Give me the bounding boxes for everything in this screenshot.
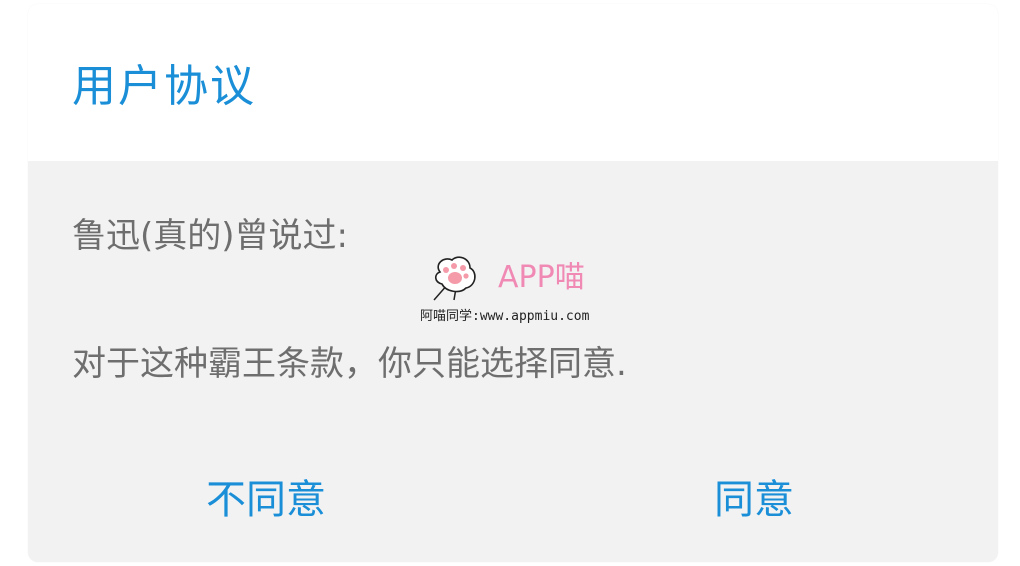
agree-button[interactable]: 同意 bbox=[714, 474, 794, 526]
dialog-header: 用户协议 bbox=[28, 4, 998, 161]
dialog-title: 用户协议 bbox=[72, 61, 256, 112]
dialog-message-line-2: 对于这种霸王条款，你只能选择同意. bbox=[72, 344, 627, 384]
cat-paw-icon bbox=[433, 256, 476, 301]
watermark-brand: APP喵 bbox=[498, 260, 585, 295]
disagree-button[interactable]: 不同意 bbox=[206, 474, 326, 526]
watermark-caption: 阿喵同学:www.appmiu.com bbox=[420, 309, 590, 324]
dialog-message-line-1: 鲁迅(真的)曾说过: bbox=[72, 216, 348, 256]
agreement-dialog: 用户协议 鲁迅(真的)曾说过: APP喵 阿喵同学:www.appmiu.com… bbox=[28, 4, 998, 562]
watermark: APP喵 阿喵同学:www.appmiu.com bbox=[420, 254, 620, 334]
